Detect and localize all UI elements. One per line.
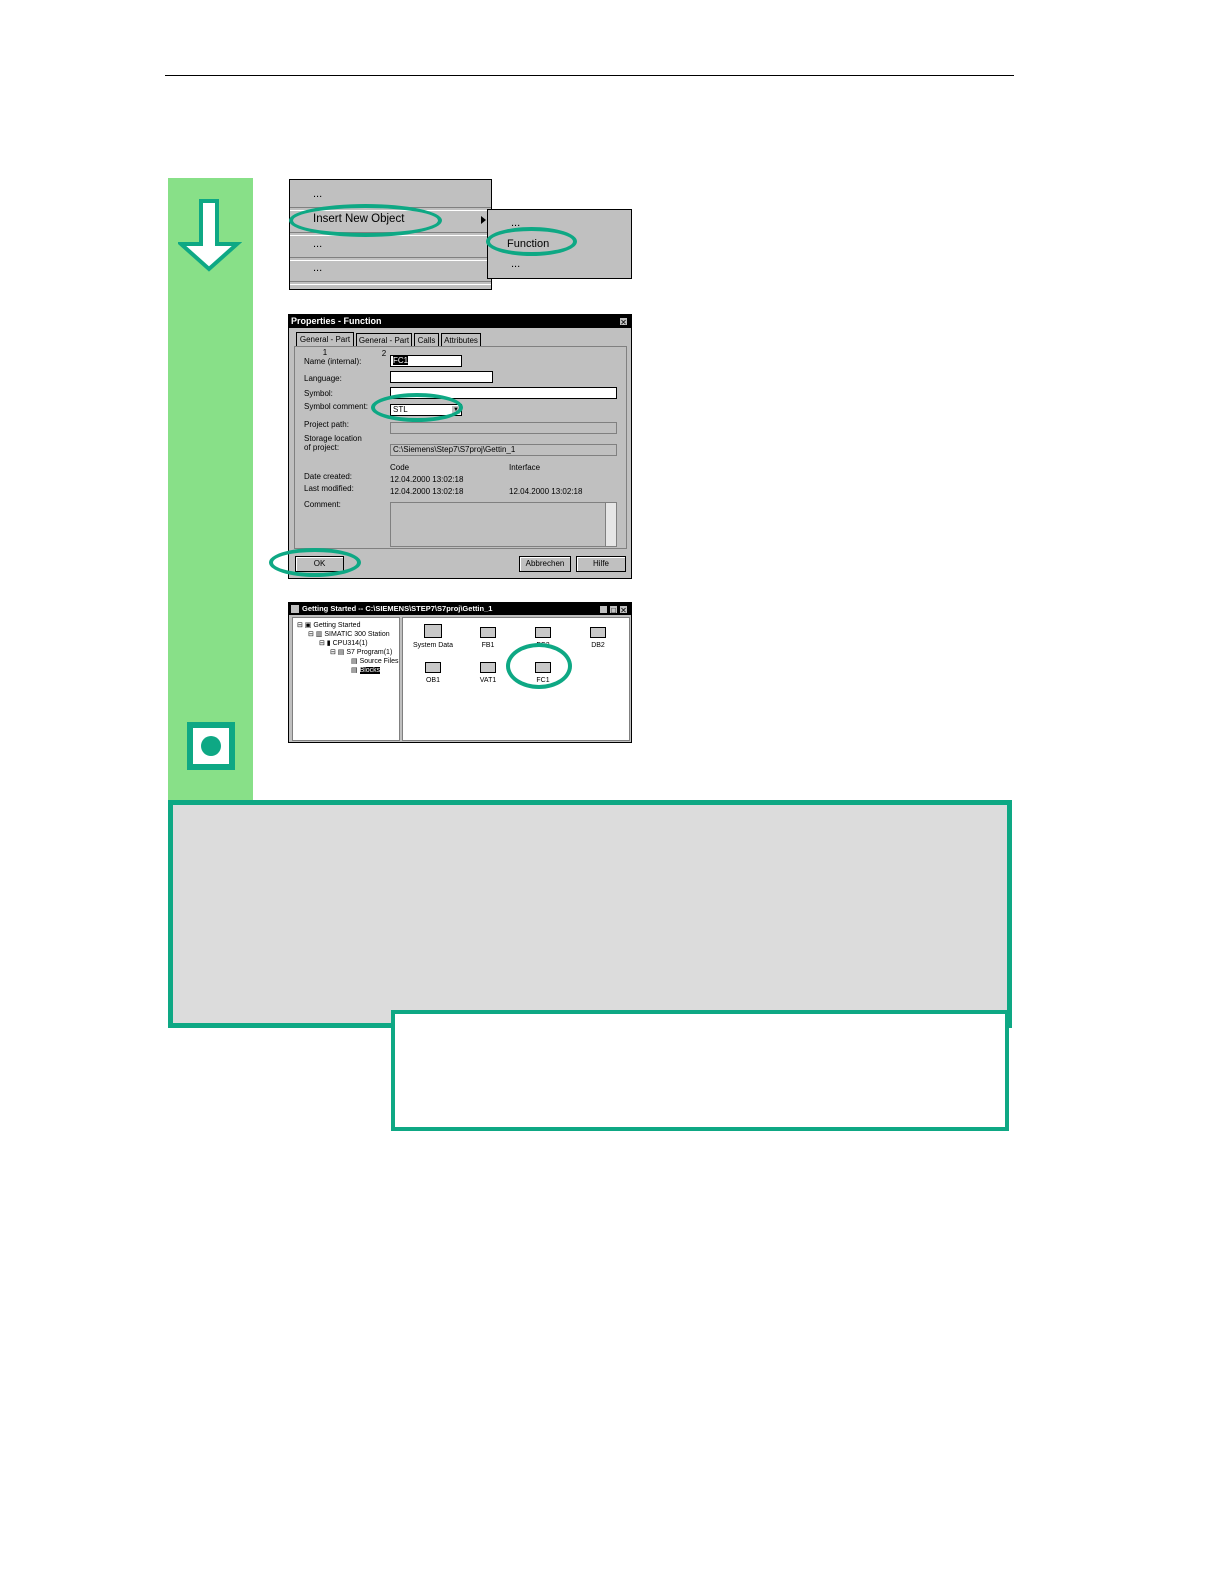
tab-calls[interactable]: Calls [414, 333, 439, 346]
scrollbar[interactable] [605, 503, 616, 546]
explorer-title: Getting Started -- C:\SIEMENS\STEP7\S7pr… [289, 603, 631, 615]
label-language: Language: [304, 374, 342, 383]
language-field[interactable] [390, 371, 493, 383]
tree-item-station[interactable]: ⊟ ▥ SIMATIC 300 Station [308, 630, 390, 638]
name-field[interactable]: FC1 [390, 355, 462, 367]
folder-icon [424, 624, 442, 638]
block-icon [480, 662, 496, 673]
tree-item-project[interactable]: ⊟ ▣ Getting Started [297, 621, 360, 629]
label-interface: Interface [509, 463, 541, 472]
highlight-fc1 [506, 643, 572, 689]
label-storage-2: of project: [304, 443, 340, 452]
tree-item-program[interactable]: ⊟ ▤ S7 Program(1) [330, 648, 392, 656]
modified-code-value: 12.04.2000 13:02:18 [390, 487, 464, 496]
block-ob1[interactable]: OB1 [405, 662, 461, 684]
label-symbol: Symbol: [304, 389, 333, 398]
label-last-modified: Last modified: [304, 484, 354, 493]
menu-item-3[interactable]: ... [290, 238, 514, 250]
comment-textarea[interactable] [390, 502, 617, 547]
submenu-item-3[interactable]: ... [488, 258, 654, 270]
tab-general-part-1[interactable]: General - Part 1 [296, 332, 354, 357]
submenu-arrow-icon [481, 216, 486, 224]
help-button[interactable]: Hilfe [576, 556, 626, 572]
highlight-function [486, 227, 577, 256]
arrow-down-icon [178, 199, 242, 272]
label-code: Code [390, 463, 410, 472]
end-step-icon [187, 722, 235, 770]
menu-item-4[interactable]: ... [290, 262, 514, 274]
tree-item-source-files[interactable]: ▤ Source Files [351, 657, 398, 665]
dialog-title: Properties - Function [289, 315, 631, 328]
properties-dialog: Properties - Function ✕ General - Part 1… [288, 314, 632, 579]
cancel-button[interactable]: Abbrechen [519, 556, 571, 572]
tab-attributes[interactable]: Attributes [441, 333, 481, 346]
tab-general-part-2[interactable]: General - Part 2 [356, 333, 412, 358]
block-system-data[interactable]: System Data [405, 624, 461, 649]
label-comment: Comment: [304, 500, 341, 509]
tree-pane: ⊟ ▣ Getting Started ⊟ ▥ SIMATIC 300 Stat… [292, 617, 400, 741]
note-box [391, 1010, 1009, 1131]
menu-item-1[interactable]: ... [290, 188, 514, 200]
name-value: FC1 [393, 356, 409, 365]
tree-item-blocks[interactable]: ▤ Blocks [351, 666, 381, 674]
label-date-created: Date created: [304, 472, 353, 481]
label-storage-1: Storage location [304, 434, 362, 443]
label-name: Name (internal): [304, 357, 362, 366]
block-db2[interactable]: DB2 [570, 627, 626, 649]
explorer-window: Getting Started -- C:\SIEMENS\STEP7\S7pr… [288, 602, 632, 743]
block-icon [425, 662, 441, 673]
label-project-path: Project path: [304, 420, 349, 429]
label-symbol-comment: Symbol comment: [304, 402, 369, 411]
highlight-ok [269, 548, 361, 577]
minimize-icon[interactable]: _ [599, 605, 608, 615]
block-fb1[interactable]: FB1 [460, 627, 516, 649]
block-icon [535, 627, 551, 638]
info-box [168, 800, 1012, 1028]
close-icon[interactable]: ✕ [619, 317, 628, 327]
block-icon [480, 627, 496, 638]
block-icon [590, 627, 606, 638]
project-path-field [390, 422, 617, 434]
storage-field: C:\Siemens\Step7\S7proj\Gettin_1 [390, 444, 617, 456]
header-rule [165, 75, 1014, 76]
window-icon [291, 605, 299, 613]
highlight-insert-new-object [289, 204, 442, 237]
close-icon[interactable]: ✕ [619, 605, 628, 615]
maximize-icon[interactable]: □ [609, 605, 618, 615]
tree-item-cpu[interactable]: ⊟ ▮ CPU314(1) [319, 639, 368, 647]
created-code-value: 12.04.2000 13:02:18 [390, 475, 464, 484]
modified-interface-value: 12.04.2000 13:02:18 [509, 487, 583, 496]
highlight-stl [371, 393, 463, 422]
step-bar [168, 178, 253, 800]
